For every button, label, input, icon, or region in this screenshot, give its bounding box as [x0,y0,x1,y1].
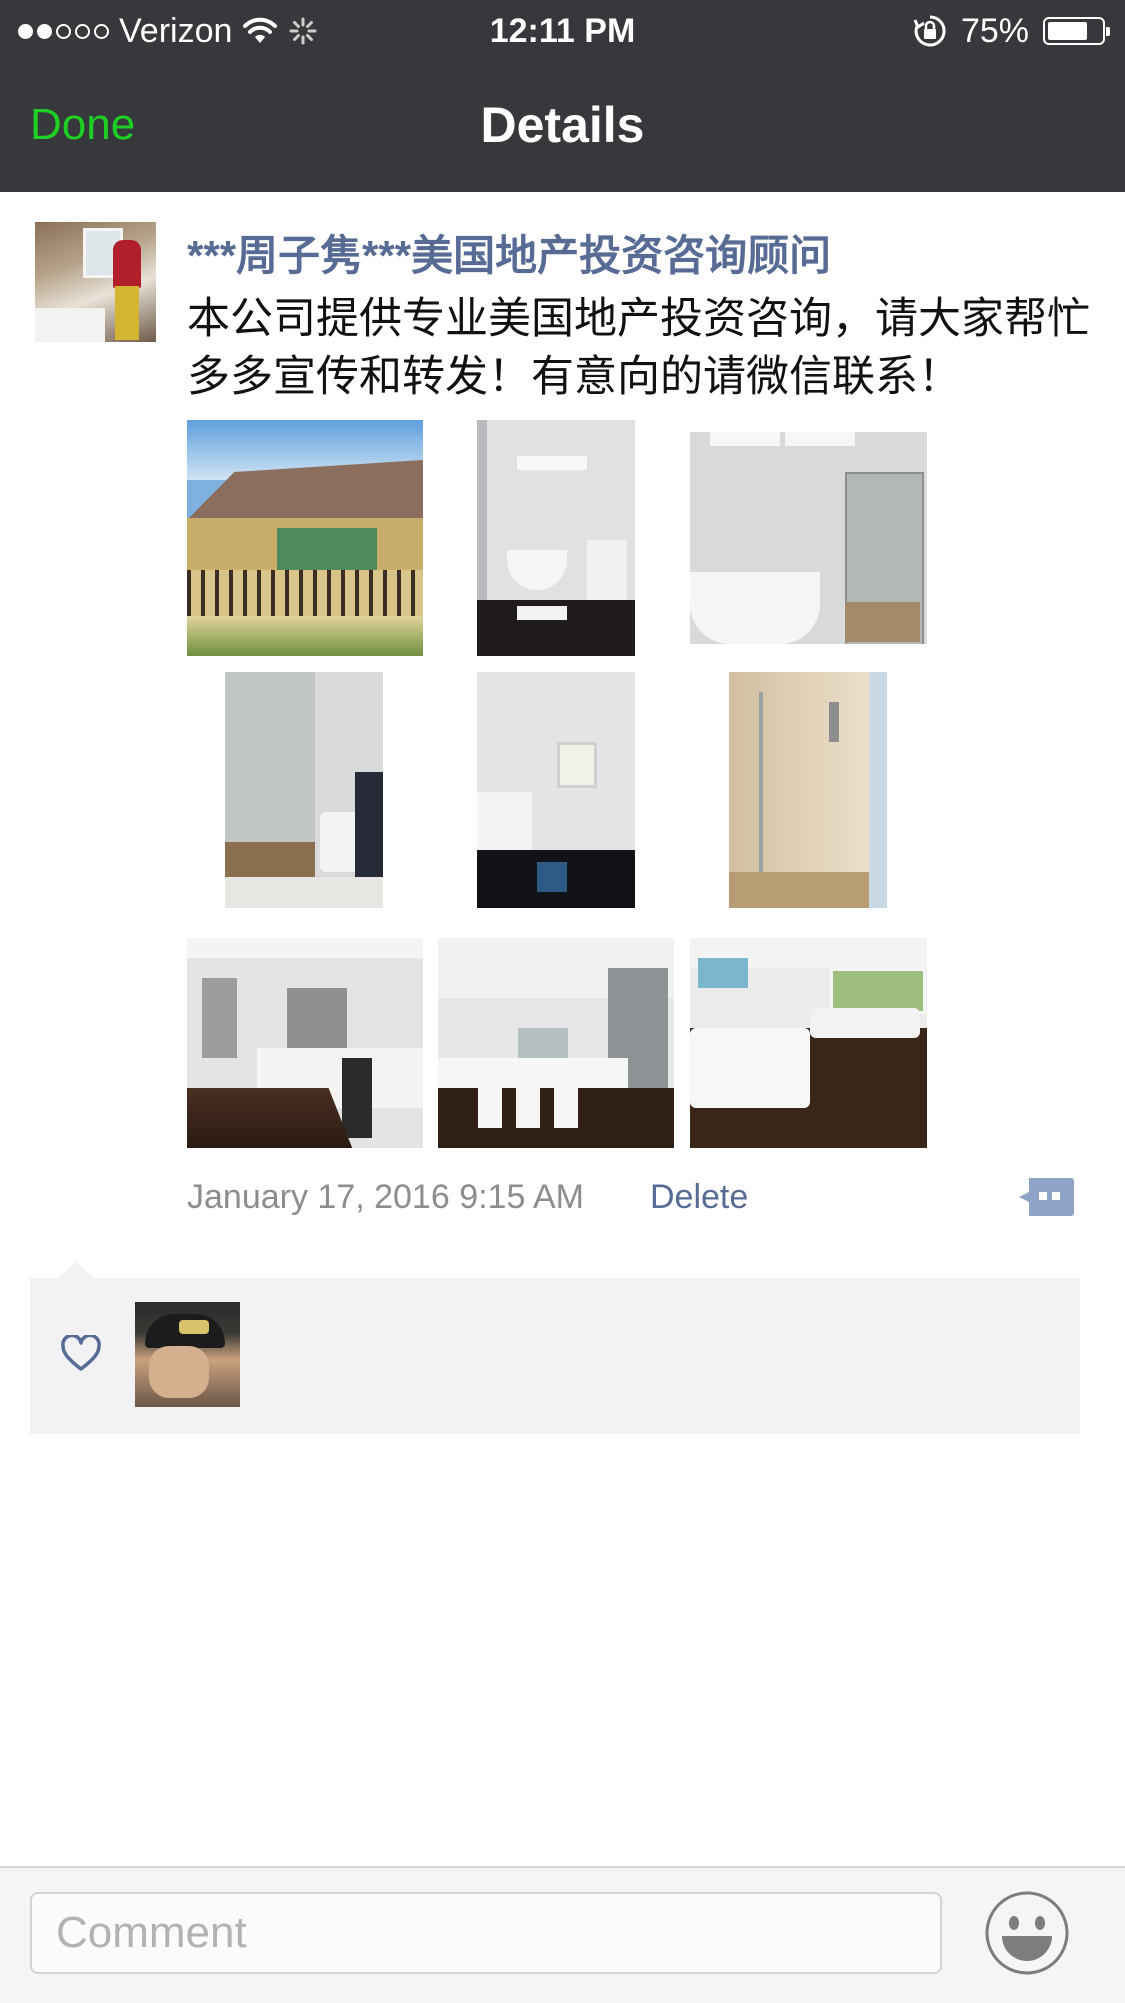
photo-glass-shower[interactable] [729,672,887,908]
photo-bathroom-shower[interactable] [690,432,927,644]
emoji-icon[interactable] [984,1890,1070,1976]
activity-spinner-icon [289,17,317,45]
wifi-icon [243,17,278,43]
likes-pointer [58,1262,94,1278]
done-button[interactable]: Done [30,100,135,150]
photo-bathroom-vanity[interactable] [477,672,635,908]
liker-avatar[interactable] [135,1302,240,1407]
post-timestamp: January 17, 2016 9:15 AM [187,1178,584,1216]
status-left: Verizon [18,8,318,54]
post-text: 本公司提供专业美国地产投资咨询，请大家帮忙多多宣传和转发！有意向的请微信联系！ [187,295,1090,401]
photo-kitchen-island[interactable] [438,938,674,1148]
author-avatar[interactable] [35,222,156,342]
photo-living-room[interactable] [690,938,927,1148]
comment-bar [0,1866,1125,2003]
battery-percentage: 75% [960,11,1029,50]
delete-button[interactable]: Delete [650,1178,748,1217]
page-title: Details [480,97,645,153]
comment-input[interactable] [30,1892,942,1974]
photo-house-exterior[interactable] [187,420,423,656]
photo-shower-toilet[interactable] [225,672,383,908]
status-right: 75% [913,8,1110,54]
carrier-name: Verizon [119,11,233,50]
signal-strength-icon [18,23,109,39]
heart-icon [61,1335,101,1371]
status-bar: Verizon 12:11 PM 75% [0,0,1125,62]
battery-icon [1043,17,1110,45]
comment-bubble-icon[interactable] [1015,1176,1075,1218]
orientation-lock-icon [913,15,946,47]
photo-kitchen-oven[interactable] [187,938,423,1148]
photo-bathroom-tub[interactable] [477,420,635,656]
author-name[interactable]: ***周子隽***美国地产投资咨询顾问 [187,222,831,283]
navigation-bar: Done Details [0,62,1125,192]
